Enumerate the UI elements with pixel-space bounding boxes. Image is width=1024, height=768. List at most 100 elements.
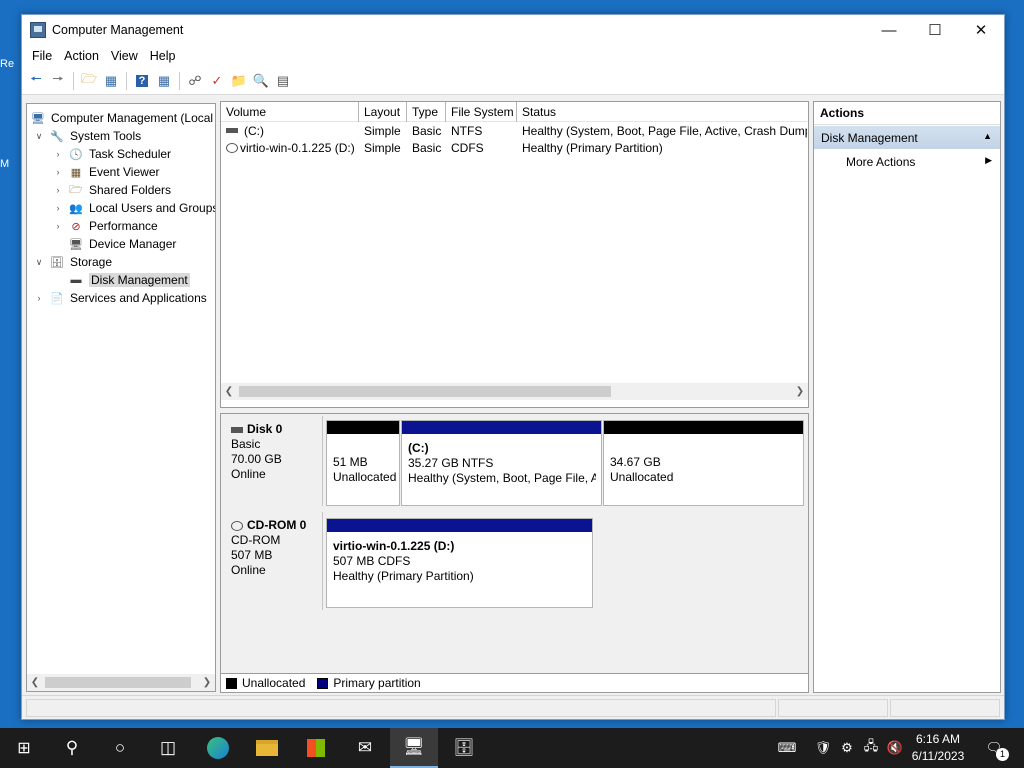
search-button[interactable]: ⚲ xyxy=(48,728,96,768)
scroll-right-icon[interactable]: ❯ xyxy=(199,674,215,691)
show-hide-action-pane-button[interactable]: ▦ xyxy=(154,71,174,91)
tree-item-disk-management[interactable]: ▬ Disk Management xyxy=(52,271,190,289)
computer-management-taskbar-button[interactable]: 🖥 xyxy=(390,728,438,768)
volume-row[interactable]: (C:) Simple Basic NTFS Healthy (System, … xyxy=(221,122,807,139)
menu-help[interactable]: Help xyxy=(144,49,182,63)
collapse-icon[interactable]: ∨ xyxy=(33,131,45,142)
column-layout[interactable]: Layout xyxy=(359,102,407,122)
server-icon: 🗄 xyxy=(453,738,475,757)
network-tray[interactable]: 🖧 xyxy=(860,728,882,768)
volume-name: (C:) xyxy=(244,123,264,138)
connect-button[interactable]: ☍ xyxy=(185,71,205,91)
column-type[interactable]: Type xyxy=(407,102,446,122)
task-view-button[interactable]: ◫ xyxy=(144,728,192,768)
search-button[interactable]: 🔍 xyxy=(251,71,271,91)
close-button[interactable]: ✕ xyxy=(958,15,1004,45)
menu-action[interactable]: Action xyxy=(58,49,105,63)
server-app-button[interactable]: 🗄 xyxy=(440,728,488,768)
tree-horizontal-scrollbar[interactable]: ❮ ❯ xyxy=(27,674,215,691)
expand-icon[interactable]: › xyxy=(52,221,64,231)
file-explorer-button[interactable] xyxy=(243,728,291,768)
scrollbar-thumb[interactable] xyxy=(239,386,611,397)
taskbar-clock[interactable]: 6:16 AM 6/11/2023 xyxy=(900,731,976,765)
cortana-button[interactable]: ○ xyxy=(96,728,144,768)
security-tray[interactable]: 🛡 xyxy=(812,728,834,768)
more-actions-item[interactable]: More Actions ▶ xyxy=(814,152,1000,172)
show-hide-console-tree-button[interactable]: ▦ xyxy=(101,71,121,91)
disk-0-label[interactable]: Disk 0 Basic 70.00 GB Online xyxy=(221,416,323,506)
legend-label-unallocated: Unallocated xyxy=(242,676,306,690)
minimize-button[interactable]: — xyxy=(866,15,912,45)
scroll-left-icon[interactable]: ❮ xyxy=(221,383,237,400)
partition-size: 34.67 GB xyxy=(610,455,661,469)
notification-center-button[interactable]: 🗨 1 xyxy=(980,728,1009,768)
tree-item-local-users-groups[interactable]: › 👥 Local Users and Groups xyxy=(52,199,216,217)
collapse-icon[interactable]: ∨ xyxy=(33,257,45,268)
column-file-system[interactable]: File System xyxy=(446,102,517,122)
check-button[interactable]: ✓ xyxy=(207,71,227,91)
expand-icon[interactable]: › xyxy=(52,185,64,195)
tree-item-task-scheduler[interactable]: › 🕓 Task Scheduler xyxy=(52,145,172,163)
cortana-circle-icon: ○ xyxy=(114,738,126,757)
desktop-icon-fragment-re[interactable]: Re xyxy=(0,58,14,70)
tree-item-system-tools[interactable]: ∨ 🔧 System Tools xyxy=(33,127,141,145)
volume-list-horizontal-scrollbar[interactable]: ❮ ❯ xyxy=(221,383,808,400)
store-button[interactable] xyxy=(292,728,340,768)
forward-button[interactable]: 🠖 xyxy=(48,71,68,91)
expand-icon[interactable]: › xyxy=(52,203,64,213)
volume-row[interactable]: virtio-win-0.1.225 (D:) Simple Basic CDF… xyxy=(221,139,807,156)
shield-icon: 🛡 xyxy=(814,740,832,755)
expand-icon[interactable]: › xyxy=(33,293,45,303)
legend-swatch-unallocated xyxy=(226,677,237,689)
expand-icon[interactable]: › xyxy=(52,167,64,177)
partition-title: (C:) xyxy=(408,441,429,455)
tree-item-services-applications[interactable]: › 📄 Services and Applications xyxy=(33,289,207,307)
help-button[interactable]: ? xyxy=(132,71,152,91)
toolbar-separator xyxy=(73,71,74,90)
input-indicator[interactable]: ⌨ xyxy=(773,728,801,768)
partition-unallocated[interactable]: 34.67 GB Unallocated xyxy=(603,420,804,506)
folder-up-icon: 🗁 xyxy=(80,70,98,86)
mail-button[interactable]: ✉ xyxy=(341,728,389,768)
tree-item-storage[interactable]: ∨ 🗄 Storage xyxy=(33,253,112,271)
unallocated-bar xyxy=(604,421,803,434)
tray-app[interactable]: ⚙ xyxy=(836,728,858,768)
scroll-right-icon[interactable]: ❯ xyxy=(792,383,808,400)
disk-name: Disk 0 xyxy=(247,422,283,436)
title-bar[interactable]: Computer Management — ☐ ✕ xyxy=(22,15,1004,45)
tree-item-event-viewer[interactable]: › ▦ Event Viewer xyxy=(52,163,160,181)
menu-file[interactable]: File xyxy=(26,49,58,63)
tree-item-shared-folders[interactable]: › 🗁 Shared Folders xyxy=(52,181,172,199)
back-button[interactable]: 🠔 xyxy=(26,71,46,91)
shared-folders-icon: 🗁 xyxy=(69,183,83,196)
tree-root[interactable]: 🖥 Computer Management (Local xyxy=(30,109,213,127)
edge-button[interactable] xyxy=(194,728,242,768)
menu-view[interactable]: View xyxy=(105,49,144,63)
up-folder-button[interactable]: 🗁 xyxy=(79,71,99,91)
column-status[interactable]: Status xyxy=(517,102,807,122)
action-pane-icon: ▦ xyxy=(157,72,171,88)
desktop-icon-fragment-m[interactable]: M xyxy=(0,158,9,170)
scroll-left-icon[interactable]: ❮ xyxy=(27,674,43,691)
tree-root-label: Computer Management (Local xyxy=(51,111,214,125)
cdrom-0-label[interactable]: CD-ROM 0 CD-ROM 507 MB Online xyxy=(221,512,323,610)
export-button[interactable]: 📁 xyxy=(229,71,249,91)
properties-button[interactable]: ▤ xyxy=(273,71,293,91)
partition-d[interactable]: virtio-win-0.1.225 (D:) 507 MB CDFS Heal… xyxy=(326,518,593,608)
column-volume[interactable]: Volume xyxy=(221,102,359,122)
start-button[interactable]: ⊞ xyxy=(0,728,48,768)
maximize-button[interactable]: ☐ xyxy=(912,15,958,45)
partition-c[interactable]: (C:) 35.27 GB NTFS Healthy (System, Boot… xyxy=(401,420,602,506)
menu-bar: File Action View Help xyxy=(22,45,1004,67)
collapse-up-icon[interactable]: ▲ xyxy=(983,131,992,141)
scrollbar-thumb[interactable] xyxy=(45,677,191,688)
disk-size: 507 MB xyxy=(231,548,273,562)
partition-unallocated[interactable]: 51 MB Unallocated xyxy=(326,420,400,506)
magnifier-icon: 🔍 xyxy=(252,72,270,88)
actions-section-disk-management[interactable]: Disk Management ▲ xyxy=(814,126,1000,149)
tree-item-device-manager[interactable]: 🖥 Device Manager xyxy=(52,235,176,253)
expand-icon[interactable]: › xyxy=(52,149,64,159)
tree-item-performance[interactable]: › ⊘ Performance xyxy=(52,217,158,235)
unallocated-bar xyxy=(327,421,399,434)
partition-legend: Unallocated Primary partition xyxy=(220,673,809,693)
